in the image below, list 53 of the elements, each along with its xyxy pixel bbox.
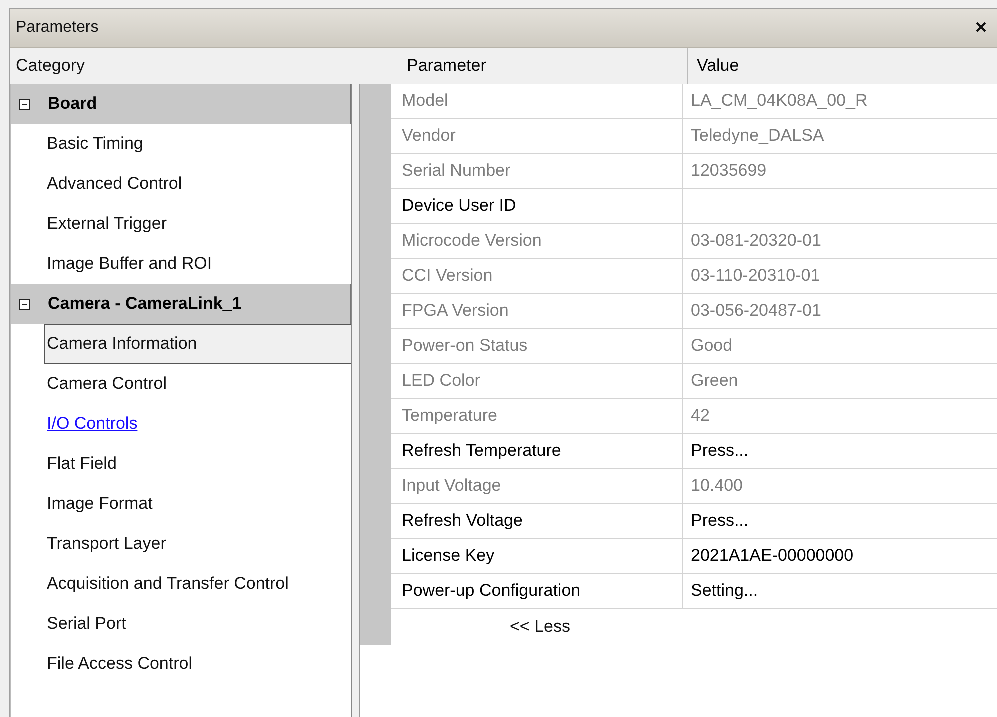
table-cell[interactable]: 03-056-20487-01 — [683, 294, 997, 328]
table-cell: Device User ID — [391, 189, 683, 223]
category-item[interactable]: Acquisition and Transfer Control — [11, 564, 351, 604]
table-cell: FPGA Version — [391, 294, 683, 328]
table-cell: Vendor — [391, 119, 683, 153]
table-cell[interactable]: 03-081-20320-01 — [683, 224, 997, 258]
table-cell: Power-up Configuration — [391, 574, 683, 608]
less-button[interactable]: << Less — [506, 615, 574, 639]
category-item[interactable]: Flat Field — [11, 444, 351, 484]
table-cell: Refresh Temperature — [391, 434, 683, 468]
table-cell[interactable]: Good — [683, 329, 997, 363]
table-cell[interactable]: Green — [683, 364, 997, 398]
table-cell[interactable]: Press... — [683, 434, 997, 468]
category-item[interactable]: Camera Information — [44, 324, 351, 364]
category-item[interactable]: Serial Port — [11, 604, 351, 644]
category-group[interactable]: Camera - CameraLink_1 — [11, 284, 351, 324]
table-cell[interactable]: LA_CM_04K08A_00_R — [683, 84, 997, 118]
table-cell[interactable]: 12035699 — [683, 154, 997, 188]
window-title: Parameters — [16, 19, 99, 37]
category-item[interactable]: Camera Control — [11, 364, 351, 404]
table-cell[interactable]: 10.400 — [683, 469, 997, 503]
table-cell: Serial Number — [391, 154, 683, 188]
table-cell[interactable]: Teledyne_DALSA — [683, 119, 997, 153]
table-cell: LED Color — [391, 364, 683, 398]
table-cell[interactable]: 2021A1AE-00000000 — [683, 539, 997, 573]
table-cell[interactable]: 03-110-20310-01 — [683, 259, 997, 293]
table-cell[interactable]: 42 — [683, 399, 997, 433]
collapse-icon[interactable] — [19, 98, 30, 110]
group-label: Camera - CameraLink_1 — [48, 294, 242, 314]
category-item[interactable]: I/O Controls — [11, 404, 351, 444]
group-label: Board — [48, 94, 98, 114]
column-header[interactable]: Value — [688, 56, 740, 76]
table-cell: Temperature — [391, 399, 683, 433]
table-cell: Refresh Voltage — [391, 504, 683, 538]
table-cell: Power-on Status — [391, 329, 683, 363]
category-item[interactable]: File Access Control — [11, 644, 351, 684]
category-item[interactable]: External Trigger — [11, 204, 351, 244]
table-cell: Microcode Version — [391, 224, 683, 258]
table-cell: CCI Version — [391, 259, 683, 293]
category-item[interactable]: Basic Timing — [11, 124, 351, 164]
table-cell[interactable]: Press... — [683, 504, 997, 538]
category-item[interactable]: Advanced Control — [11, 164, 351, 204]
table-cell: Input Voltage — [391, 469, 683, 503]
close-button[interactable]: × — [969, 16, 993, 40]
category-item[interactable]: Image Buffer and ROI — [11, 244, 351, 284]
category-item[interactable]: Transport Layer — [11, 524, 351, 564]
table-cell: Model — [391, 84, 683, 118]
table-cell: License Key — [391, 539, 683, 573]
category-item[interactable]: Image Format — [11, 484, 351, 524]
column-header: Category — [15, 56, 86, 76]
table-cell[interactable]: Setting... — [683, 574, 997, 608]
collapse-icon[interactable] — [19, 298, 30, 310]
category-group[interactable]: Board — [11, 84, 351, 124]
